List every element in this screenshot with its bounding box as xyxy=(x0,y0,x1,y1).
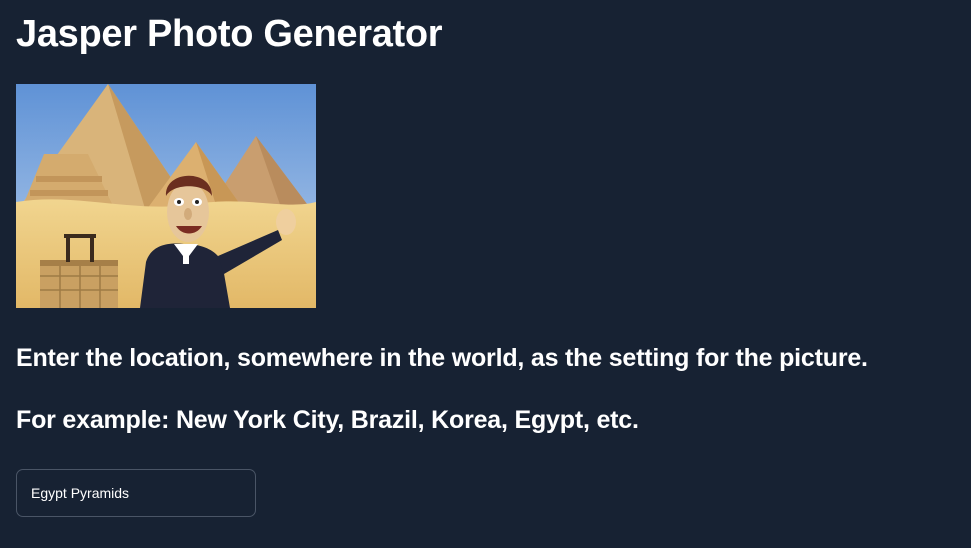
generated-photo xyxy=(16,84,316,308)
location-input[interactable] xyxy=(16,469,256,517)
location-examples: For example: New York City, Brazil, Kore… xyxy=(16,406,639,434)
app-page: Jasper Photo Generator Enter the locatio… xyxy=(0,0,971,548)
location-instruction: Enter the location, somewhere in the wor… xyxy=(16,344,868,372)
page-title: Jasper Photo Generator xyxy=(16,13,443,55)
